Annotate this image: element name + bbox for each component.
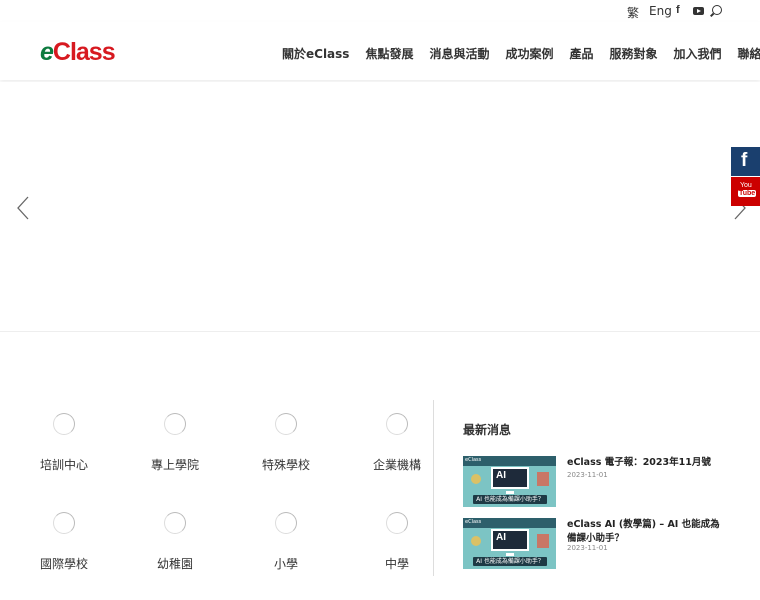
category-circle-icon [53, 413, 75, 435]
nav-focus[interactable]: 焦點發展 [365, 45, 413, 62]
category-label: 小學 [273, 557, 298, 571]
nav-join-us[interactable]: 加入我們 [674, 45, 722, 62]
news-thumbnail[interactable]: eClass AI AI 也能成為備課小助手？ [463, 456, 556, 507]
category-circle-icon [275, 413, 297, 435]
logo-class: Class [52, 38, 116, 66]
thumb-ai-text: AI [496, 470, 506, 481]
thumb-decoration [471, 536, 481, 546]
thumb-band: eClass [463, 456, 556, 466]
category-corporate[interactable]: 企業機構 [343, 400, 451, 480]
thumb-decoration [537, 534, 549, 548]
category-label: 中學 [384, 557, 409, 571]
category-circle-icon [164, 413, 186, 435]
nav-products[interactable]: 產品 [570, 45, 594, 62]
category-label: 培訓中心 [39, 458, 88, 472]
category-circle-icon [53, 512, 75, 534]
news-section-title: 最新消息 [463, 423, 512, 437]
category-secondary-school[interactable]: 中學 [343, 499, 451, 579]
category-grid: 培訓中心 專上學院 特殊學校 企業機構 國際學校 幼稚園 小學 中學 [10, 400, 430, 575]
thumb-caption: AI 也能成為備課小助手？ [473, 557, 547, 566]
category-label: 特殊學校 [261, 458, 310, 472]
thumb-tag: eClass [465, 457, 482, 463]
facebook-icon[interactable]: f [676, 4, 688, 16]
category-international-school[interactable]: 國際學校 [10, 499, 118, 579]
thumb-decoration [471, 474, 481, 484]
nav-news-events[interactable]: 消息與活動 [429, 45, 489, 62]
category-circle-icon [386, 512, 408, 534]
news-headline[interactable]: eClass AI (教學篇) – AI 也能成為備課小助手？ [567, 518, 723, 546]
category-label: 企業機構 [372, 458, 421, 472]
side-youtube-button[interactable]: You Tube [731, 177, 760, 206]
category-post-secondary[interactable]: 專上學院 [121, 400, 229, 480]
category-circle-icon [386, 413, 408, 435]
monitor-stand [506, 553, 514, 556]
news-item[interactable]: eClass AI AI 也能成為備課小助手？ eClass AI (教學篇) … [463, 518, 723, 570]
youtube-icon-you: You [740, 182, 752, 189]
thumb-band: eClass [463, 518, 556, 528]
hero-slider [0, 82, 760, 332]
nav-contact-us[interactable]: 聯絡我們 [738, 45, 760, 62]
nav-success-cases[interactable]: 成功案例 [505, 45, 553, 62]
chevron-left-icon[interactable] [16, 196, 30, 220]
nav-service-targets[interactable]: 服務對象 [610, 45, 658, 62]
category-label: 專上學院 [150, 458, 199, 472]
top-bar: 繁 Eng f [0, 0, 760, 22]
category-circle-icon [164, 512, 186, 534]
eclass-logo[interactable]: eClass [40, 38, 116, 67]
site-header: eClass 關於eClass 焦點發展 消息與活動 成功案例 產品 服務對象 … [0, 22, 760, 80]
facebook-icon: f [741, 150, 748, 171]
lang-english[interactable]: Eng [649, 4, 672, 18]
category-circle-icon [275, 512, 297, 534]
news-date: 2023-11-01 [567, 544, 608, 552]
search-icon[interactable] [712, 5, 722, 15]
news-headline[interactable]: eClass 電子報：2023年11月號 [567, 456, 723, 470]
category-training-centre[interactable]: 培訓中心 [10, 400, 118, 480]
monitor-stand [506, 491, 514, 494]
category-special-school[interactable]: 特殊學校 [232, 400, 340, 480]
youtube-icon[interactable] [693, 7, 704, 15]
thumb-decoration [537, 472, 549, 486]
news-thumbnail[interactable]: eClass AI AI 也能成為備課小助手？ [463, 518, 556, 569]
category-label: 幼稚園 [156, 557, 193, 571]
category-label: 國際學校 [39, 557, 88, 571]
main-nav: 關於eClass 焦點發展 消息與活動 成功案例 產品 服務對象 加入我們 聯絡… [282, 45, 760, 62]
side-facebook-button[interactable]: f [731, 147, 760, 176]
category-primary-school[interactable]: 小學 [232, 499, 340, 579]
nav-about[interactable]: 關於eClass [282, 45, 349, 62]
logo-e: e [40, 38, 54, 66]
category-kindergarten[interactable]: 幼稚園 [121, 499, 229, 579]
news-date: 2023-11-01 [567, 471, 608, 479]
thumb-ai-text: AI [496, 532, 506, 543]
news-item[interactable]: eClass AI AI 也能成為備課小助手？ eClass 電子報：2023年… [463, 456, 723, 508]
thumb-caption: AI 也能成為備課小助手？ [473, 495, 547, 504]
thumb-tag: eClass [465, 519, 482, 525]
youtube-icon-tube: Tube [738, 190, 757, 197]
section-divider [433, 400, 434, 576]
lang-traditional-chinese[interactable]: 繁 [627, 4, 639, 21]
